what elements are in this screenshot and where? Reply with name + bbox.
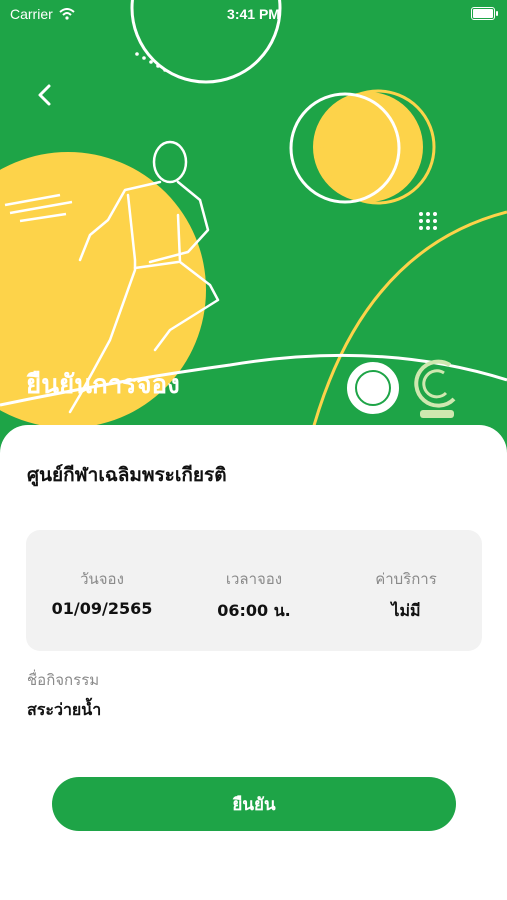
back-button[interactable]	[30, 80, 60, 110]
booking-info-panel: วันจอง 01/09/2565 เวลาจอง 06:00 น. ค่าบร…	[26, 530, 482, 651]
booking-time-value: 06:00 น.	[217, 601, 291, 620]
booking-date-value: 01/09/2565	[51, 599, 153, 618]
chevron-left-icon	[38, 84, 51, 106]
activity-label: ชื่อกิจกรรม	[27, 671, 100, 689]
hero-banner: Carrier 3:41 PM ยืนยันการจอง	[0, 0, 507, 470]
service-fee-value: ไม่มี	[391, 601, 421, 620]
booking-date: วันจอง 01/09/2565	[26, 530, 178, 651]
page-title: ยืนยันการจอง	[26, 370, 180, 400]
organization-logo	[414, 359, 456, 418]
battery-icon	[471, 7, 498, 20]
booking-time: เวลาจอง 06:00 น.	[178, 530, 330, 651]
service-fee-label: ค่าบริการ	[375, 570, 437, 588]
bangkok-seal-logo	[345, 360, 401, 416]
booking-date-label: วันจอง	[80, 570, 124, 588]
status-time: 3:41 PM	[227, 6, 280, 22]
activity-value: สระว่ายน้ำ	[27, 700, 102, 719]
venue-name: ศูนย์กีฬาเฉลิมพระเกียรติ	[27, 464, 227, 486]
status-bar: Carrier 3:41 PM	[0, 0, 507, 30]
confirm-button[interactable]: ยืนยัน	[52, 777, 456, 831]
booking-time-label: เวลาจอง	[225, 570, 283, 588]
service-fee: ค่าบริการ ไม่มี	[330, 530, 482, 651]
